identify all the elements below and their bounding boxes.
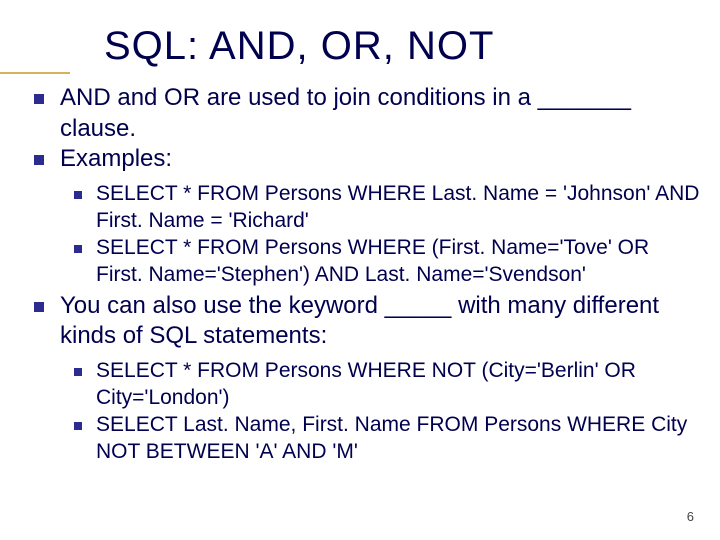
sub-bullet-list: SELECT * FROM Persons WHERE NOT (City='B… bbox=[60, 358, 700, 466]
list-item: SELECT * FROM Persons WHERE (First. Name… bbox=[60, 235, 700, 289]
list-item: Examples: SELECT * FROM Persons WHERE La… bbox=[20, 144, 700, 288]
bullet-text: AND and OR are used to join conditions i… bbox=[60, 84, 631, 142]
bullet-text: SELECT Last. Name, First. Name FROM Pers… bbox=[96, 413, 687, 463]
page-number: 6 bbox=[687, 509, 694, 524]
slide-title: SQL: AND, OR, NOT bbox=[104, 24, 700, 69]
list-item: SELECT Last. Name, First. Name FROM Pers… bbox=[60, 412, 700, 466]
bullet-text: You can also use the keyword _____ with … bbox=[60, 292, 659, 350]
bullet-text: SELECT * FROM Persons WHERE NOT (City='B… bbox=[96, 359, 636, 409]
list-item: SELECT * FROM Persons WHERE Last. Name =… bbox=[60, 181, 700, 235]
bullet-list: AND and OR are used to join conditions i… bbox=[20, 83, 700, 466]
title-accent-line bbox=[0, 72, 70, 74]
sub-bullet-list: SELECT * FROM Persons WHERE Last. Name =… bbox=[60, 181, 700, 289]
bullet-text: SELECT * FROM Persons WHERE Last. Name =… bbox=[96, 182, 699, 232]
bullet-text: Examples: bbox=[60, 145, 172, 172]
slide: SQL: AND, OR, NOT AND and OR are used to… bbox=[0, 0, 720, 540]
bullet-text: SELECT * FROM Persons WHERE (First. Name… bbox=[96, 236, 649, 286]
list-item: AND and OR are used to join conditions i… bbox=[20, 83, 700, 144]
list-item: SELECT * FROM Persons WHERE NOT (City='B… bbox=[60, 358, 700, 412]
list-item: You can also use the keyword _____ with … bbox=[20, 291, 700, 466]
